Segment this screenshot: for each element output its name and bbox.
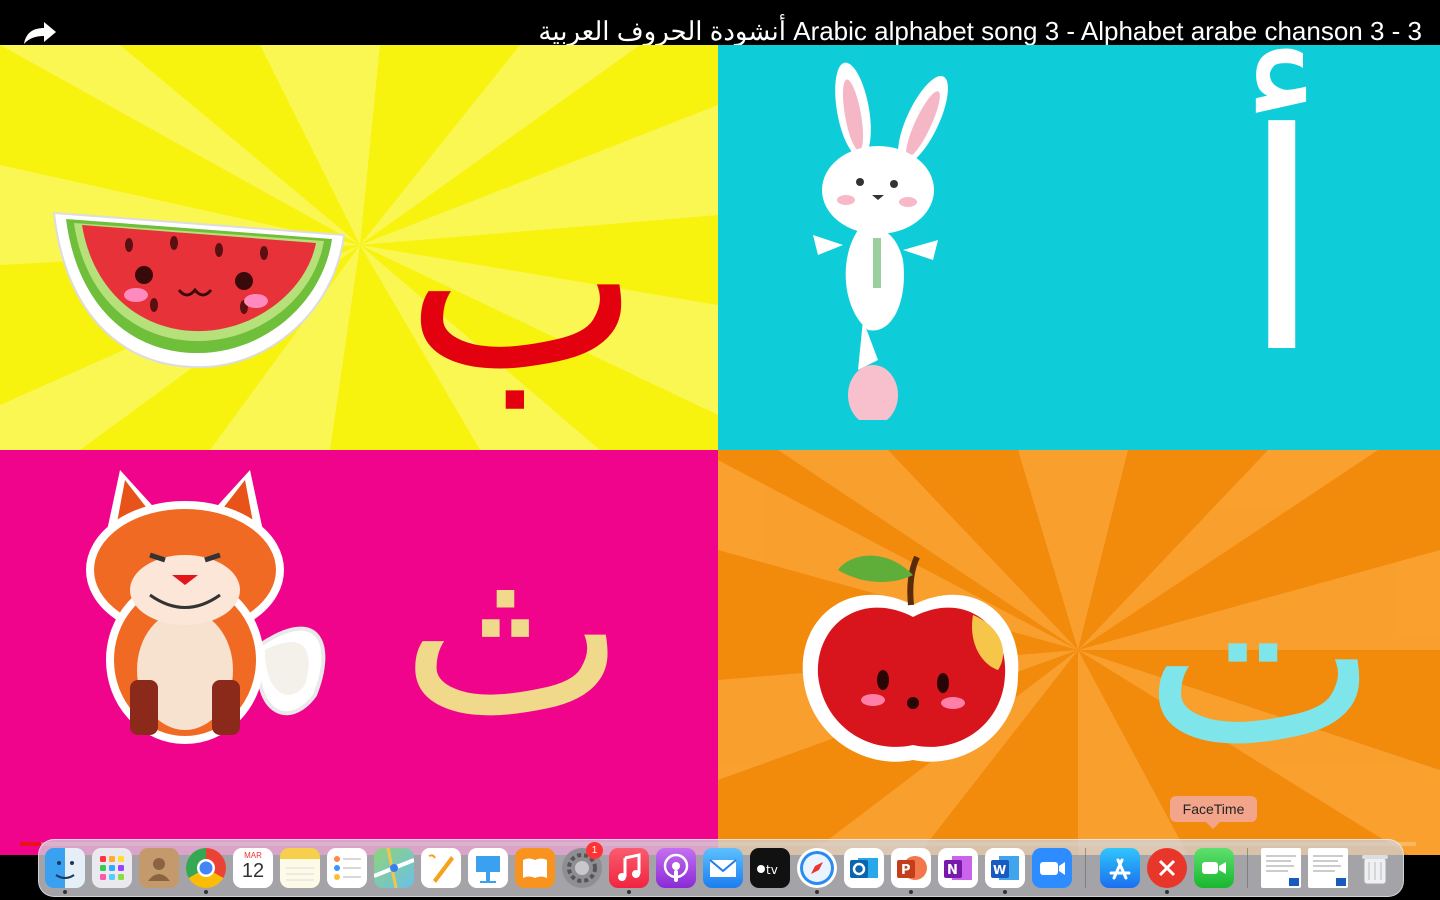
rabbit-illustration: [813, 62, 948, 420]
fox-illustration: [86, 470, 326, 744]
dock-tooltip: FaceTime: [1170, 796, 1257, 829]
svg-text:W: W: [993, 863, 1006, 877]
podcasts-icon[interactable]: [656, 848, 696, 888]
calendar-day: 12: [241, 860, 265, 882]
running-indicator: [63, 890, 67, 894]
reminders-icon[interactable]: [327, 848, 367, 888]
app-store-icon[interactable]: [1100, 848, 1140, 888]
arabic-letter-ba: ب: [405, 134, 641, 425]
pages-icon[interactable]: [421, 848, 461, 888]
share-icon[interactable]: [18, 18, 58, 48]
document-thumbnail-1-icon[interactable]: [1261, 848, 1301, 888]
arabic-letter-ta: ت: [1143, 509, 1379, 800]
video-top-bar: أنشودة الحروف العربية Arabic alphabet so…: [0, 0, 1440, 48]
document-thumbnail-2-icon[interactable]: [1308, 848, 1348, 888]
facetime-icon[interactable]: [1194, 848, 1234, 888]
calendar-month: MAR: [244, 851, 262, 860]
safari-icon[interactable]: [797, 848, 837, 888]
arabic-letter-tha: ث: [400, 490, 626, 770]
notes-icon[interactable]: [280, 848, 320, 888]
books-icon[interactable]: [515, 848, 555, 888]
video-progress-fill: [20, 842, 41, 846]
svg-text:P: P: [901, 863, 911, 878]
arabic-letter-alif: أ: [1240, 70, 1324, 419]
trash-icon[interactable]: [1355, 848, 1395, 888]
running-indicator: [909, 890, 913, 894]
launchpad-icon[interactable]: [92, 848, 132, 888]
panel-ta: ت: [718, 450, 1440, 855]
dock: MAR 12 tv P N W: [38, 839, 1404, 897]
maps-icon[interactable]: [374, 848, 414, 888]
word-icon[interactable]: W: [985, 848, 1025, 888]
outlook-icon[interactable]: [844, 848, 884, 888]
dock-separator: [1085, 848, 1086, 888]
running-indicator: [627, 890, 631, 894]
powerpoint-icon[interactable]: P: [891, 848, 931, 888]
remote-desktop-icon[interactable]: [1147, 848, 1187, 888]
mail-icon[interactable]: [703, 848, 743, 888]
panel-tha: ث: [0, 450, 718, 855]
dock-separator: [1247, 848, 1248, 888]
watermelon-illustration: [52, 211, 346, 369]
panel-alif: أ: [718, 45, 1440, 450]
panel-ba: ب: [0, 45, 718, 450]
svg-text:N: N: [947, 863, 958, 878]
settings-notification-badge: 1: [586, 842, 603, 859]
chrome-icon[interactable]: [186, 848, 226, 888]
apple-tv-icon[interactable]: tv: [750, 848, 790, 888]
apple-illustration: [802, 555, 1019, 762]
running-indicator: [815, 890, 819, 894]
running-indicator: [1003, 890, 1007, 894]
music-icon[interactable]: [609, 848, 649, 888]
video-title: أنشودة الحروف العربية Arabic alphabet so…: [538, 16, 1422, 46]
running-indicator: [1165, 890, 1169, 894]
svg-text:tv: tv: [766, 863, 778, 877]
video-player[interactable]: ب أ ث ت: [0, 45, 1440, 855]
keynote-icon[interactable]: [468, 848, 508, 888]
running-indicator: [204, 890, 208, 894]
calendar-icon[interactable]: MAR 12: [233, 848, 273, 888]
zoom-icon[interactable]: [1032, 848, 1072, 888]
finder-icon[interactable]: [45, 848, 85, 888]
onenote-icon[interactable]: N: [938, 848, 978, 888]
contacts-icon[interactable]: [139, 848, 179, 888]
